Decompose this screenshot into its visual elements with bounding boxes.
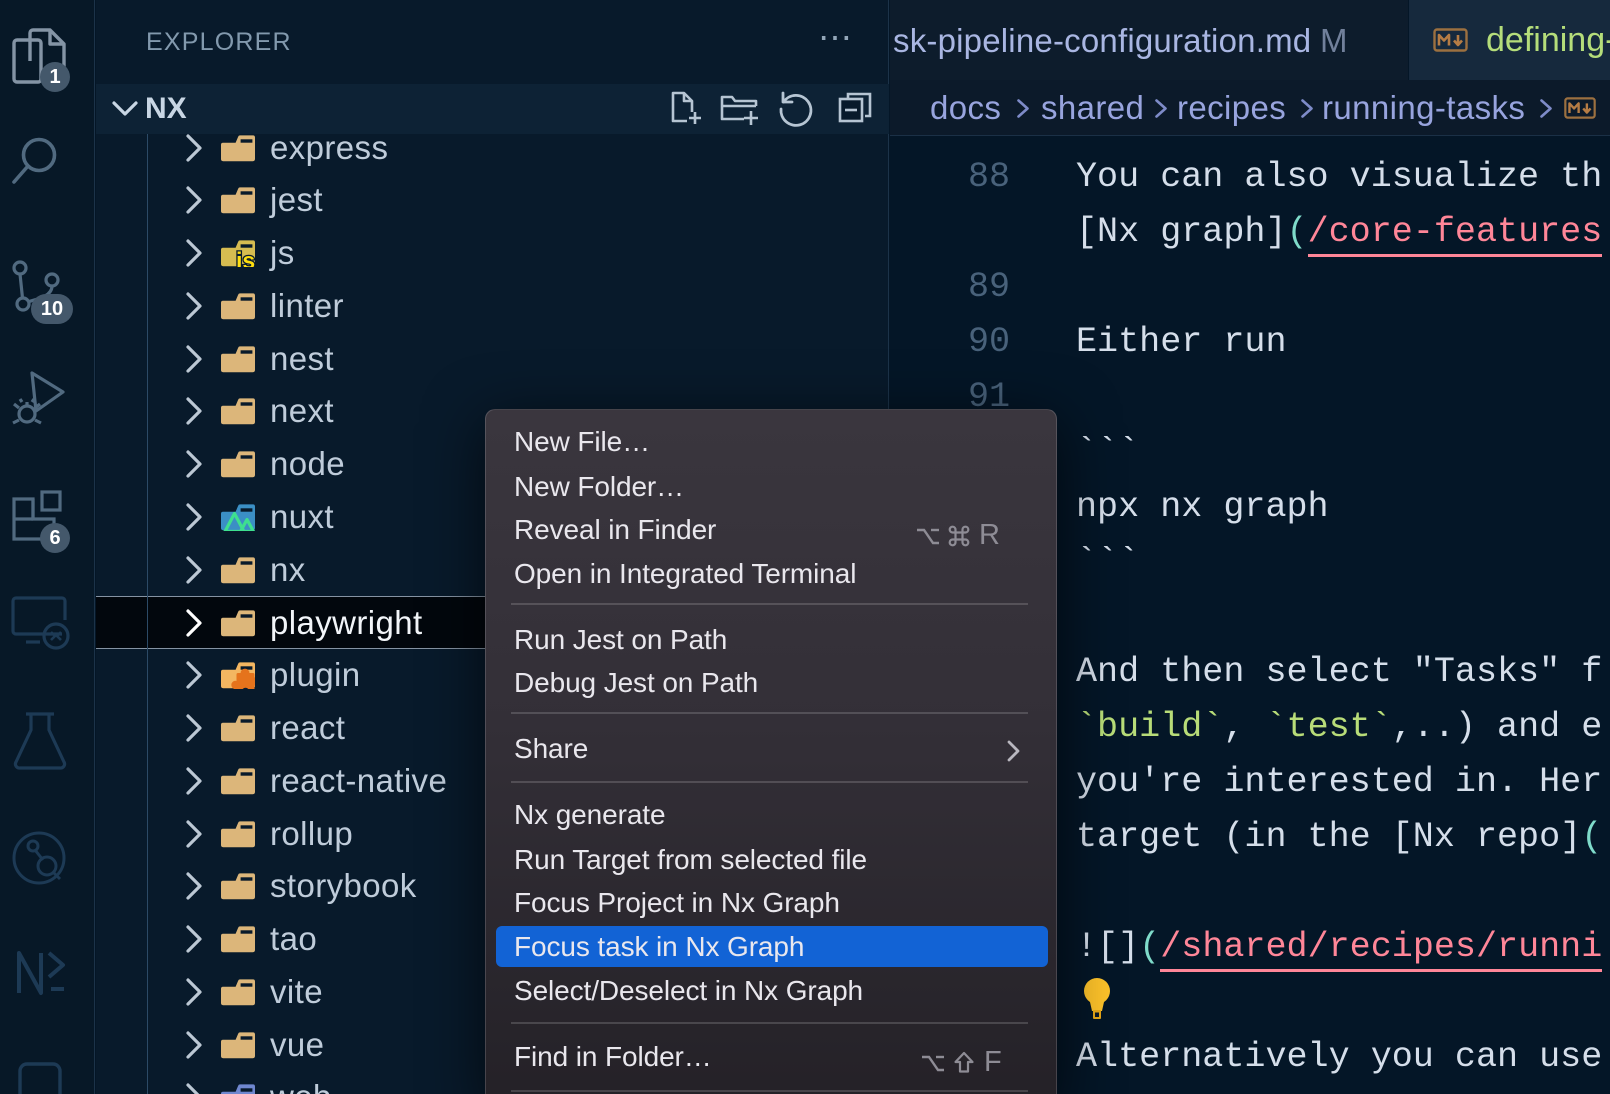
svg-text:js: js [235, 247, 255, 267]
